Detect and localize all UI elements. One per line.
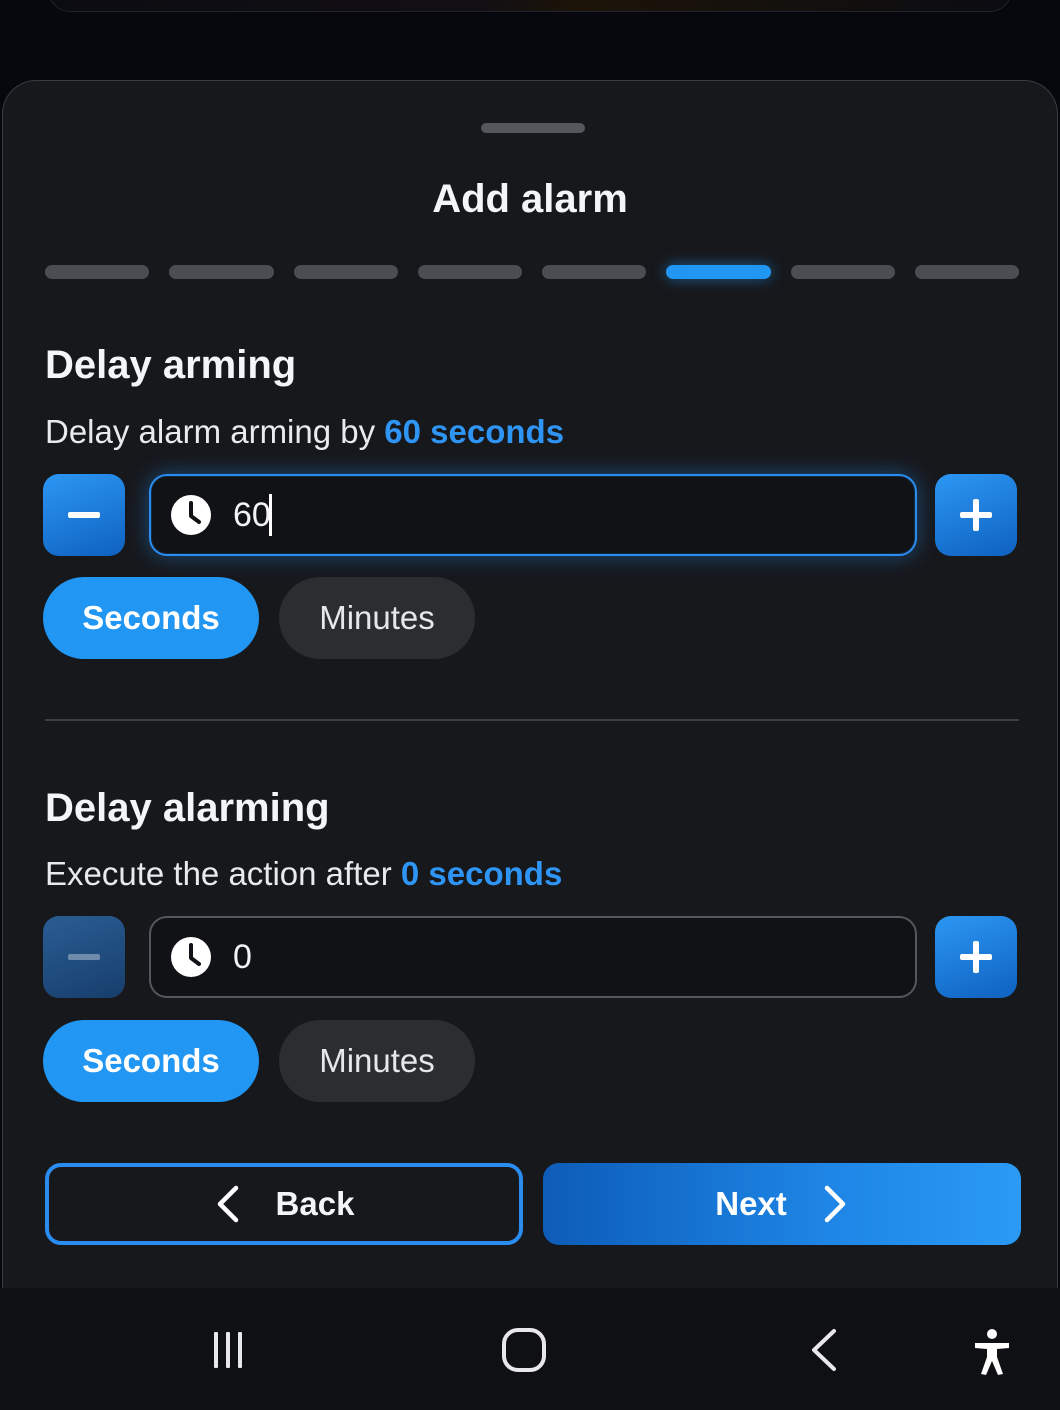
chevron-right-icon	[824, 1185, 846, 1223]
add-alarm-bottom-sheet: Add alarm Delay arming Delay alarm armin…	[2, 80, 1058, 1310]
section-divider	[45, 719, 1019, 721]
accessibility-icon[interactable]	[964, 1326, 1020, 1378]
step-segment	[45, 265, 150, 279]
delay-alarming-input-field[interactable]	[149, 916, 917, 998]
delay-arming-minutes-toggle[interactable]: Minutes	[279, 577, 475, 659]
delay-alarming-desc-text: Execute the action after	[45, 855, 401, 892]
background-content-card	[48, 0, 1012, 12]
step-segment	[790, 265, 895, 279]
delay-alarming-title: Delay alarming	[45, 786, 330, 830]
delay-alarming-minutes-toggle[interactable]: Minutes	[279, 1020, 475, 1102]
text-cursor	[269, 494, 272, 536]
delay-arming-seconds-toggle[interactable]: Seconds	[43, 577, 259, 659]
back-button-label: Back	[275, 1185, 355, 1222]
step-segment	[293, 265, 398, 279]
minus-icon	[68, 954, 100, 960]
home-icon[interactable]	[496, 1326, 552, 1374]
system-navigation-bar	[0, 1288, 1060, 1410]
delay-alarming-value-input[interactable]	[233, 937, 833, 977]
step-segment	[417, 265, 522, 279]
clock-icon	[171, 937, 211, 977]
step-segment	[169, 265, 274, 279]
delay-arming-input-field[interactable]	[149, 474, 917, 556]
delay-alarming-increment-button[interactable]	[935, 916, 1017, 998]
sheet-drag-handle[interactable]	[481, 123, 585, 133]
next-button-label: Next	[715, 1185, 787, 1222]
delay-arming-value-input[interactable]	[233, 495, 833, 535]
chevron-left-icon	[217, 1185, 238, 1223]
delay-arming-increment-button[interactable]	[935, 474, 1017, 556]
plus-icon	[960, 941, 992, 973]
delay-arming-desc-value: 60 seconds	[384, 413, 565, 450]
delay-alarming-desc-value: 0 seconds	[400, 855, 563, 892]
back-button[interactable]: Back	[45, 1163, 523, 1245]
delay-alarming-description: Execute the action after 0 seconds	[45, 855, 562, 893]
delay-arming-decrement-button[interactable]	[43, 474, 125, 556]
minus-icon	[68, 512, 100, 518]
plus-icon	[960, 499, 992, 531]
step-progress-indicator	[45, 265, 1019, 279]
sheet-title: Add alarm	[432, 177, 628, 221]
delay-alarming-decrement-button[interactable]	[43, 916, 125, 998]
delay-alarming-seconds-toggle[interactable]: Seconds	[43, 1020, 259, 1102]
back-icon[interactable]	[796, 1326, 852, 1374]
recent-apps-icon[interactable]	[196, 1326, 260, 1374]
step-segment	[914, 265, 1019, 279]
delay-arming-desc-text: Delay alarm arming by	[45, 413, 385, 450]
delay-arming-title: Delay arming	[45, 343, 297, 387]
step-segment	[542, 265, 647, 279]
clock-icon	[171, 495, 211, 535]
delay-arming-description: Delay alarm arming by 60 seconds	[45, 413, 564, 451]
next-button[interactable]: Next	[543, 1163, 1021, 1245]
step-segment-active	[666, 265, 771, 279]
